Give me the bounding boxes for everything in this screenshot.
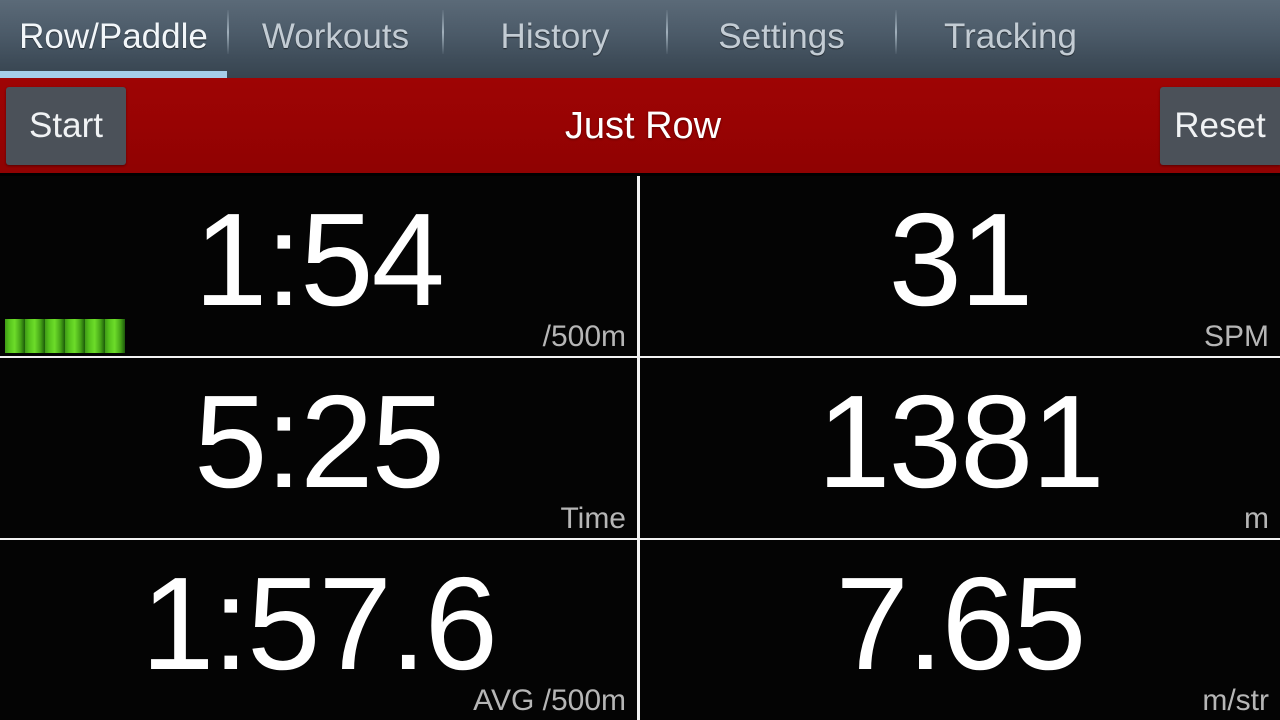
metrics-grid: 1:54 /500m 31 SPM 5:25 Time 1381 m 1:57.… (0, 176, 1280, 720)
metric-unit-spm: SPM (1203, 320, 1269, 353)
metric-unit-distance: m (1244, 502, 1269, 535)
force-segment (5, 319, 25, 353)
metric-value-spm: 31 (888, 186, 1034, 333)
stroke-force-indicator (5, 319, 125, 353)
metric-cell-pace[interactable]: 1:54 /500m (0, 176, 637, 356)
metric-value-distance-per-stroke: 7.65 (835, 550, 1087, 697)
tab-workouts-label: Workouts (261, 16, 410, 56)
tab-history-label: History (500, 16, 610, 56)
force-segment (105, 319, 125, 353)
metric-unit-avg-pace: AVG /500m (473, 684, 626, 717)
tab-workouts[interactable]: Workouts (229, 0, 442, 78)
metric-cell-spm[interactable]: 31 SPM (640, 176, 1280, 356)
metric-cell-distance[interactable]: 1381 m (640, 358, 1280, 538)
metric-value-distance: 1381 (817, 368, 1105, 515)
metric-value-time: 5:25 (194, 368, 445, 515)
tab-history[interactable]: History (444, 0, 666, 78)
force-segment (85, 319, 105, 353)
tab-inactive-indicator-4 (897, 71, 1124, 78)
tab-settings-label: Settings (718, 16, 845, 56)
metric-cell-avg-pace[interactable]: 1:57.6 AVG /500m (0, 540, 637, 720)
action-bar: Start Just Row Reset (0, 78, 1280, 176)
tab-inactive-indicator-2 (444, 71, 666, 78)
tab-tracking-label: Tracking (944, 16, 1077, 56)
metric-cell-time[interactable]: 5:25 Time (0, 358, 637, 538)
workout-title: Just Row (564, 104, 722, 147)
tab-tracking[interactable]: Tracking (897, 0, 1124, 78)
rowing-app-screen: Row/Paddle Workouts History Settings Tra… (0, 0, 1280, 720)
metric-unit-distance-per-stroke: m/str (1202, 684, 1269, 717)
tab-inactive-indicator-3 (668, 71, 895, 78)
tab-row-paddle[interactable]: Row/Paddle (0, 0, 227, 78)
metric-unit-time: Time (560, 502, 626, 535)
metric-unit-pace: /500m (542, 320, 626, 353)
force-segment (65, 319, 85, 353)
tab-inactive-indicator-1 (229, 71, 442, 78)
tab-settings[interactable]: Settings (668, 0, 895, 78)
force-segment (25, 319, 45, 353)
metric-cell-distance-per-stroke[interactable]: 7.65 m/str (640, 540, 1280, 720)
force-segment (45, 319, 65, 353)
tab-active-indicator (0, 71, 227, 78)
reset-button[interactable]: Reset (1160, 86, 1280, 165)
start-button[interactable]: Start (6, 86, 126, 165)
tab-row-paddle-label: Row/Paddle (19, 16, 208, 56)
tab-bar: Row/Paddle Workouts History Settings Tra… (0, 0, 1280, 78)
